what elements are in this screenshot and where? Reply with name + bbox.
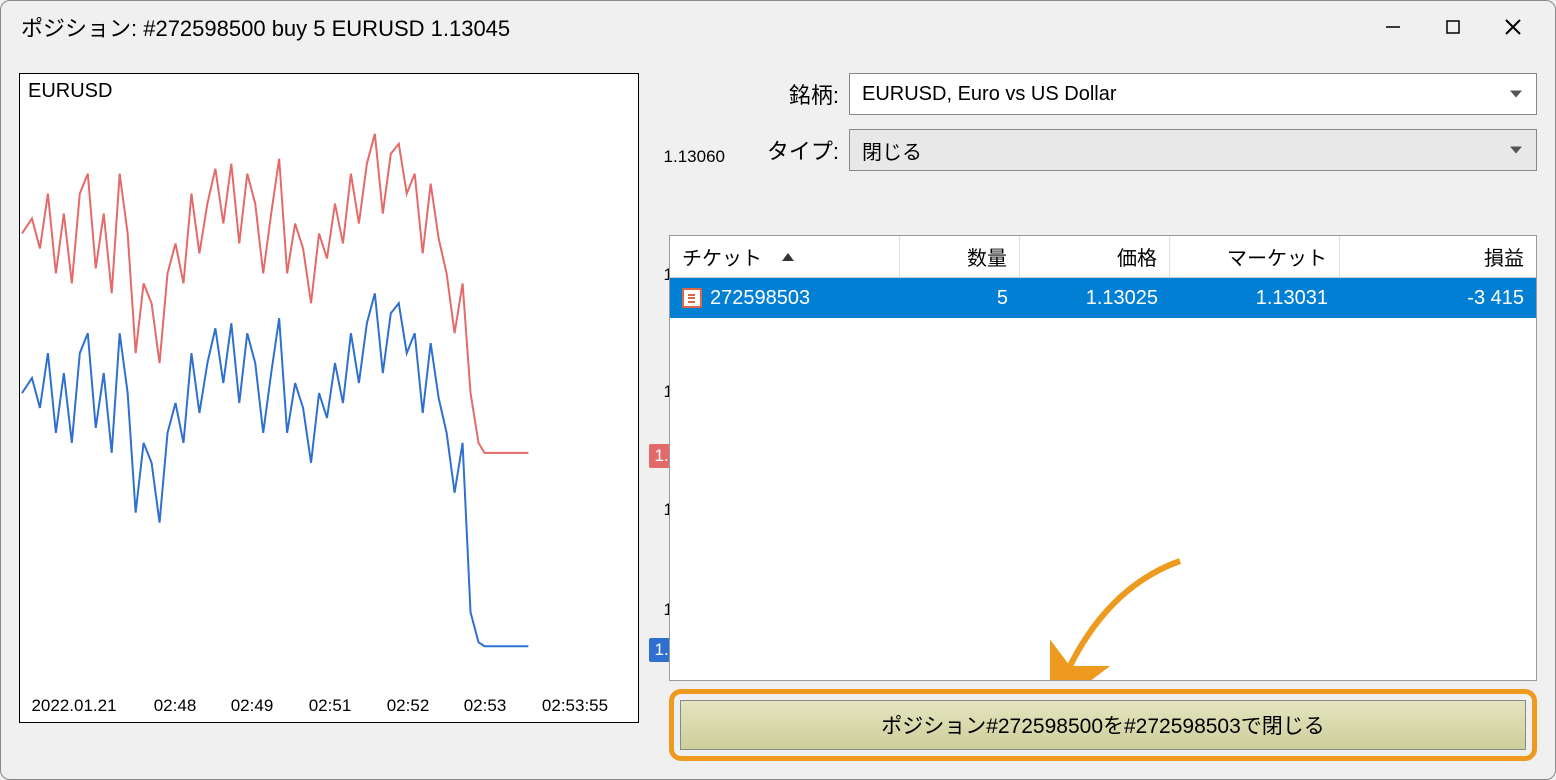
maximize-button[interactable]: [1423, 7, 1483, 47]
close-button-highlight: ポジション#272598500を#272598503で閉じる: [669, 689, 1537, 761]
minimize-button[interactable]: [1363, 7, 1423, 47]
arrow-annotation-icon: [1050, 556, 1190, 681]
table-row[interactable]: 272598503 5 1.13025 1.13031 -3 415: [670, 278, 1536, 318]
chart-canvas: [20, 74, 638, 722]
cell-qty: 5: [900, 287, 1020, 310]
cell-market: 1.13031: [1170, 287, 1340, 310]
symbol-row: 銘柄: EURUSD, Euro vs US Dollar: [669, 73, 1537, 115]
positions-table: チケット 数量 価格 マーケット 損益 272598503 5 1.13025 …: [669, 235, 1537, 681]
symbol-select[interactable]: EURUSD, Euro vs US Dollar: [849, 73, 1537, 115]
cell-ticket: 272598503: [670, 287, 900, 310]
position-close-dialog: ポジション: #272598500 buy 5 EURUSD 1.13045 E…: [0, 0, 1556, 780]
close-position-button[interactable]: ポジション#272598500を#272598503で閉じる: [680, 700, 1526, 750]
cell-price: 1.13025: [1020, 287, 1170, 310]
bid-line: [22, 293, 528, 646]
price-chart: EURUSD 1.13060 1.13050 1.13040 1.13030 1…: [19, 73, 639, 723]
col-pl[interactable]: 損益: [1340, 236, 1536, 277]
col-ticket[interactable]: チケット: [670, 236, 900, 277]
chart-panel: EURUSD 1.13060 1.13050 1.13040 1.13030 1…: [19, 73, 639, 761]
cell-pl: -3 415: [1340, 287, 1536, 310]
ask-line: [22, 134, 528, 453]
type-row: タイプ: 閉じる: [669, 129, 1537, 171]
dialog-content: EURUSD 1.13060 1.13050 1.13040 1.13030 1…: [1, 53, 1555, 779]
col-market[interactable]: マーケット: [1170, 236, 1340, 277]
close-window-button[interactable]: [1483, 7, 1543, 47]
type-select[interactable]: 閉じる: [849, 129, 1537, 171]
order-icon: [682, 288, 702, 308]
sort-asc-icon: [782, 253, 794, 261]
form-panel: 銘柄: EURUSD, Euro vs US Dollar タイプ: 閉じる チ…: [669, 73, 1537, 761]
window-title: ポジション: #272598500 buy 5 EURUSD 1.13045: [21, 11, 1363, 43]
table-header: チケット 数量 価格 マーケット 損益: [670, 236, 1536, 278]
col-qty[interactable]: 数量: [900, 236, 1020, 277]
titlebar: ポジション: #272598500 buy 5 EURUSD 1.13045: [1, 1, 1555, 53]
titlebar-controls: [1363, 7, 1543, 47]
col-price[interactable]: 価格: [1020, 236, 1170, 277]
